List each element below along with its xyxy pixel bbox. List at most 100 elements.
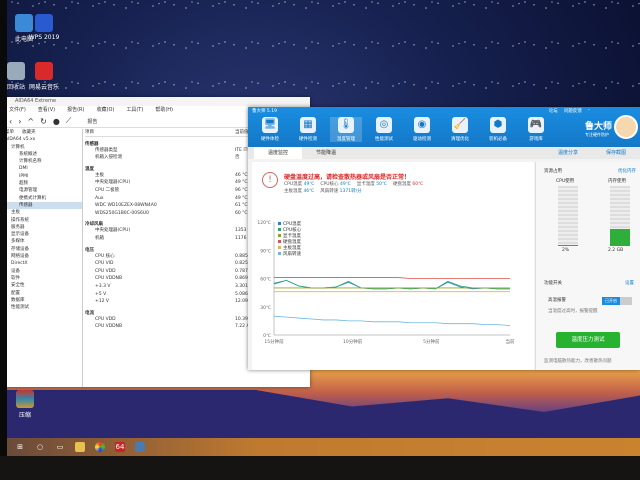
menu-favorites[interactable]: 收藏(O) <box>97 106 115 115</box>
aida64-taskbar-icon[interactable]: 64 <box>115 442 125 452</box>
nav-icon: ▦ <box>300 117 316 133</box>
nav-icon: 🌡 <box>338 117 354 133</box>
menu-file[interactable]: 文件(F) <box>9 106 26 115</box>
forward-icon[interactable]: › <box>18 117 21 126</box>
nav-tab[interactable]: ◉ 驱动检测 <box>406 117 438 142</box>
legend-label: CPU温度 <box>283 220 302 227</box>
desktop-icon-netease-music[interactable]: 网易云音乐 <box>24 62 64 91</box>
monitor-bezel <box>0 0 7 480</box>
cpu-usage-bar <box>558 186 578 246</box>
memory-usage-value: 2.2 GB <box>608 248 624 253</box>
nav-icon: 🖥 <box>262 117 278 133</box>
nav-tab[interactable]: 🧹 清理优化 <box>444 117 476 142</box>
tab-temp-monitor[interactable]: 温度监控 <box>254 147 303 159</box>
tree-item[interactable]: 操作系统 <box>5 217 82 224</box>
nav-tab[interactable]: 🌡 温度管理 <box>330 117 362 142</box>
feedback-link[interactable]: 问题反馈 <box>564 108 582 114</box>
tree-item[interactable]: 电源管理 <box>5 187 82 194</box>
file-explorer-icon[interactable] <box>75 442 85 452</box>
menu-tools[interactable]: 工具(T) <box>126 106 143 115</box>
window-title: AIDA64 Extreme <box>5 97 310 106</box>
sensor-name: 机箱入侵检测 <box>95 155 122 161</box>
back-icon[interactable]: ‹ <box>9 117 12 126</box>
warning-text: 硬盘温度过高，请检查散热器或风扇是否正常！ <box>284 174 411 181</box>
alert-icon: ! <box>262 172 278 188</box>
tree-item[interactable]: AIDA64 v5.xx <box>5 136 82 143</box>
tree-item[interactable]: 安全性 <box>5 282 82 289</box>
menu-view[interactable]: 查看(V) <box>38 106 55 115</box>
task-view-icon[interactable]: ▭ <box>55 442 65 452</box>
nav-tab[interactable]: ▦ 硬件检测 <box>292 117 324 142</box>
tree-item[interactable]: 性能测试 <box>5 304 82 311</box>
optimize-memory-link[interactable]: 优化内存 <box>618 168 636 174</box>
column-item[interactable]: 项目 <box>85 129 235 136</box>
nav-tab[interactable]: ⬢ 装机必备 <box>482 117 514 142</box>
tab-favorites[interactable]: 收藏夹 <box>22 129 36 136</box>
refresh-icon[interactable]: ↻ <box>40 117 47 126</box>
cpu-usage-value: 2% <box>562 248 570 253</box>
legend-swatch <box>278 222 281 225</box>
tree-item[interactable]: 存储设备 <box>5 246 82 253</box>
sensor-name: CPU VDD <box>95 268 116 274</box>
tree-item[interactable]: 软件 <box>5 275 82 282</box>
save-screenshot-button[interactable]: 保存截图 <box>592 147 640 159</box>
tree-item-selected[interactable]: 传感器 <box>5 201 82 210</box>
tree-item[interactable]: 便携式计算机 <box>5 195 82 202</box>
tree-item[interactable]: 系统概述 <box>5 151 82 158</box>
sensor-name: CPU 核心 <box>95 253 115 259</box>
desktop-icon-wps[interactable]: WPS 2019 <box>24 14 64 41</box>
browser-icon[interactable] <box>95 442 105 452</box>
user-icon[interactable]: ● <box>53 117 60 126</box>
tree-item[interactable]: 网络设备 <box>5 253 82 260</box>
tree-item[interactable]: 服务器 <box>5 224 82 231</box>
function-switch-title: 功能开关 <box>544 281 562 286</box>
high-temp-alarm-toggle[interactable]: 已开启 <box>602 297 632 305</box>
nav-tab[interactable]: 🎮 游戏库 <box>520 117 552 142</box>
x-tick-label: 10分钟前 <box>343 338 363 345</box>
menu-report[interactable]: 报告(R) <box>67 106 84 115</box>
minimize-button[interactable]: – <box>588 108 590 114</box>
tree-item[interactable]: 主板 <box>5 209 82 216</box>
column-value[interactable]: 当前值 <box>235 129 249 136</box>
menu-help[interactable]: 帮助(H) <box>155 106 173 115</box>
tree-item[interactable]: 数据库 <box>5 297 82 304</box>
memory-usage-label: 内存使用 <box>608 179 626 184</box>
sensor-name: 主板 <box>95 172 104 178</box>
tree-item[interactable]: DMI <box>5 165 82 172</box>
desktop-icon-archive[interactable]: 压缩 <box>5 390 45 419</box>
nav-tab[interactable]: ◎ 性能测试 <box>368 117 400 142</box>
tree-item[interactable]: 超频 <box>5 180 82 187</box>
forum-link[interactable]: 论坛 <box>549 108 558 114</box>
nav-icon: 🎮 <box>528 117 544 133</box>
legend-swatch <box>278 240 281 243</box>
tab-energy-saving[interactable]: 节能降温 <box>302 147 350 159</box>
tree-item[interactable]: 多媒体 <box>5 238 82 245</box>
tree-item[interactable]: IPMI <box>5 173 82 180</box>
temp-share-button[interactable]: 温度分享 <box>544 147 592 159</box>
tree-item[interactable]: DirectX <box>5 260 82 267</box>
sensor-name: 中央处理器(CPU) <box>95 228 131 234</box>
settings-link[interactable]: 设置 <box>625 280 634 286</box>
search-icon[interactable]: ○ <box>35 442 45 452</box>
windows-start-icon[interactable]: ⊞ <box>15 442 25 452</box>
y-tick-label: 30℃ <box>260 305 271 311</box>
nav-tab[interactable]: 🖥 硬件体检 <box>254 117 286 142</box>
sensor-name: +5 V <box>95 291 107 297</box>
mascot-avatar[interactable] <box>614 115 638 139</box>
navigation-tree: 菜单 收藏夹 AIDA64 v5.xx 计算机 系统概述 计算机名称 DMI IP… <box>5 129 83 387</box>
tree-item[interactable]: 设备 <box>5 268 82 275</box>
brand: 鲁大师 专注硬件防护 <box>584 122 612 137</box>
ludashi-taskbar-icon[interactable] <box>135 442 145 452</box>
tree-item[interactable]: 计算机 <box>5 144 82 151</box>
tree-item[interactable]: 配置 <box>5 290 82 297</box>
legend-label: 硬盘温度 <box>283 238 301 245</box>
stress-test-button[interactable]: 温度压力测试 <box>556 332 620 348</box>
y-tick-label: 90℃ <box>260 248 271 254</box>
tree-item[interactable]: 计算机名称 <box>5 158 82 165</box>
x-tick-label: 5分钟前 <box>423 338 440 345</box>
chart-icon[interactable]: ⟋ <box>66 116 72 126</box>
up-icon[interactable]: ^ <box>27 117 34 126</box>
tree-item[interactable]: 显示设备 <box>5 231 82 238</box>
report-button[interactable]: 报告 <box>87 118 97 125</box>
resource-title: 资源占用 <box>544 169 562 174</box>
